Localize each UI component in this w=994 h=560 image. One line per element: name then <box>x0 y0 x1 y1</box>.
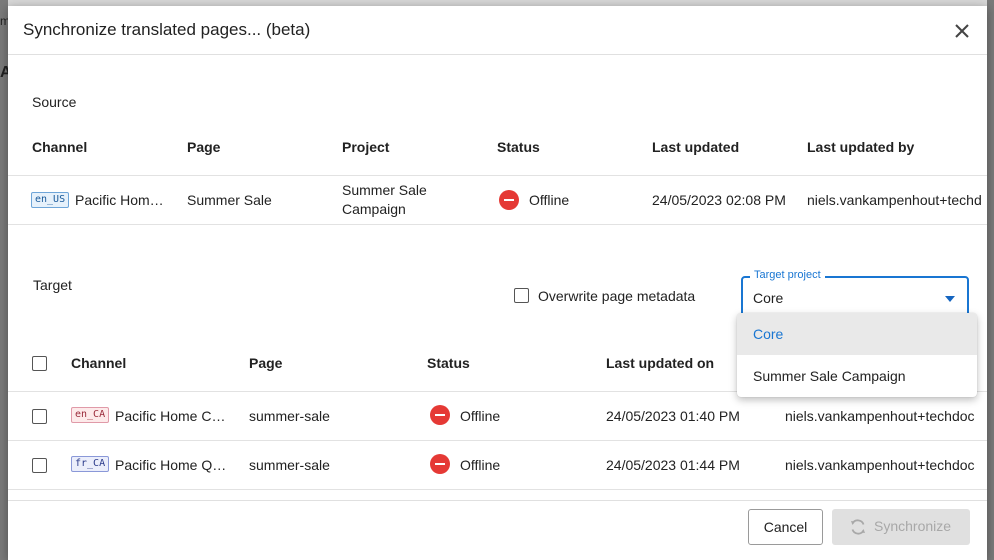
source-last-updated-by: niels.vankampenhout+techd <box>807 192 982 208</box>
dialog-header: Synchronize translated pages... (beta) <box>8 6 987 55</box>
menu-item-core[interactable]: Core <box>737 313 977 355</box>
dialog-title: Synchronize translated pages... (beta) <box>23 20 311 39</box>
target-status: Offline <box>460 457 501 473</box>
locale-badge: en_CA <box>71 407 110 423</box>
locale-badge: fr_CA <box>71 456 110 472</box>
target-project-label: Target project <box>750 269 825 281</box>
target-channel: Pacific Home C… <box>115 408 226 424</box>
source-project-line1: Summer Sale <box>342 182 427 198</box>
row-checkbox[interactable] <box>32 458 47 473</box>
source-col-status: Status <box>497 139 540 155</box>
target-last-updated-by: niels.vankampenhout+techdoc <box>785 408 975 424</box>
target-project-value: Core <box>753 290 784 306</box>
divider <box>8 224 987 225</box>
target-col-last-updated: Last updated on <box>606 355 715 371</box>
target-section-label: Target <box>33 277 72 293</box>
divider <box>8 175 987 176</box>
divider <box>8 489 987 490</box>
overwrite-metadata-checkbox[interactable] <box>514 288 529 303</box>
overwrite-metadata-label: Overwrite page metadata <box>538 288 696 304</box>
offline-status-icon <box>430 454 450 474</box>
backdrop-right-edge <box>987 0 994 560</box>
source-status: Offline <box>529 192 570 208</box>
source-section-label: Source <box>32 94 77 110</box>
row-checkbox[interactable] <box>32 409 47 424</box>
synchronize-label: Synchronize <box>874 518 952 534</box>
backdrop-left-edge: m A <box>0 0 12 560</box>
source-col-channel: Channel <box>32 139 88 155</box>
target-last-updated: 24/05/2023 01:44 PM <box>606 457 740 473</box>
target-last-updated: 24/05/2023 01:40 PM <box>606 408 740 424</box>
target-page: summer-sale <box>249 408 330 424</box>
target-project-menu: Core Summer Sale Campaign <box>737 313 977 397</box>
source-col-last-updated: Last updated <box>652 139 740 155</box>
offline-status-icon <box>499 190 519 210</box>
source-col-page: Page <box>187 139 221 155</box>
source-channel: Pacific Hom… <box>75 192 164 208</box>
caret-down-icon[interactable] <box>945 296 955 302</box>
close-icon[interactable] <box>951 20 973 42</box>
offline-status-icon <box>430 405 450 425</box>
target-col-page: Page <box>249 355 283 371</box>
target-page: summer-sale <box>249 457 330 473</box>
source-last-updated: 24/05/2023 02:08 PM <box>652 192 786 208</box>
synchronize-dialog: Synchronize translated pages... (beta) S… <box>8 6 987 560</box>
select-all-checkbox[interactable] <box>32 356 47 371</box>
source-col-last-updated-by: Last updated by <box>807 139 915 155</box>
target-col-status: Status <box>427 355 470 371</box>
target-last-updated-by: niels.vankampenhout+techdoc <box>785 457 975 473</box>
source-page: Summer Sale <box>187 192 272 208</box>
target-col-channel: Channel <box>71 355 127 371</box>
divider <box>8 440 987 441</box>
synchronize-button[interactable]: Synchronize <box>832 509 970 545</box>
locale-badge: en_US <box>31 192 70 208</box>
menu-item-summer-sale-campaign[interactable]: Summer Sale Campaign <box>737 355 977 397</box>
target-status: Offline <box>460 408 501 424</box>
source-project-line2: Campaign <box>342 201 406 217</box>
cancel-button[interactable]: Cancel <box>748 509 823 545</box>
source-col-project: Project <box>342 139 390 155</box>
sync-icon <box>851 519 865 535</box>
target-channel: Pacific Home Q… <box>115 457 227 473</box>
